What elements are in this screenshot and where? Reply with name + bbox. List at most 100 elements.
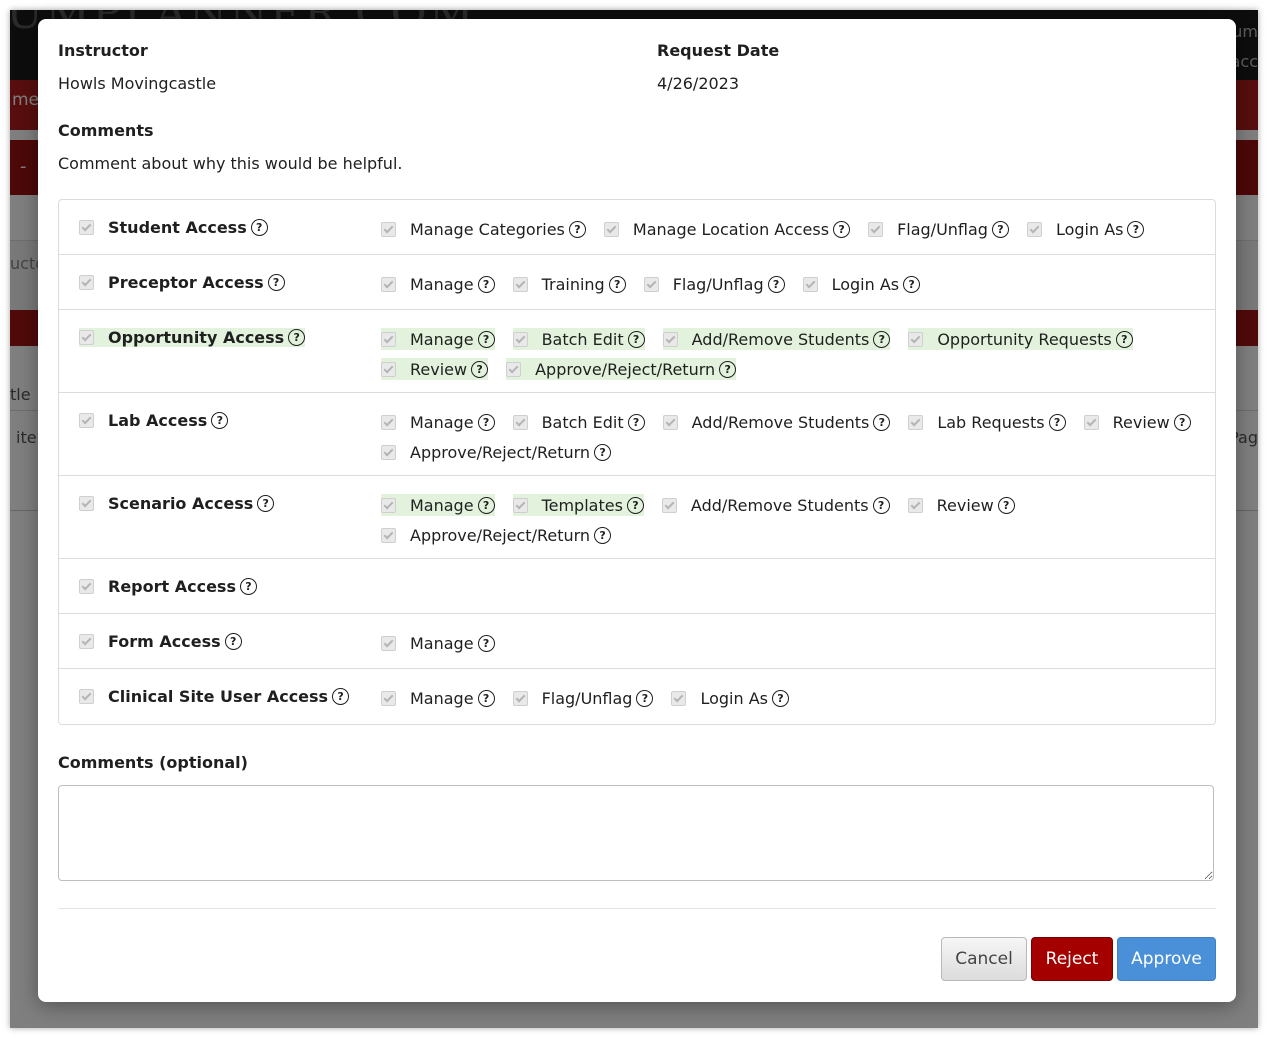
- permission-option[interactable]: Review?: [1083, 411, 1191, 433]
- checkbox-checked-disabled[interactable]: [381, 690, 396, 706]
- help-icon[interactable]: ?: [250, 219, 268, 236]
- permission-option[interactable]: Manage?: [381, 494, 495, 516]
- checkbox-checked-disabled[interactable]: [381, 414, 396, 430]
- cancel-button[interactable]: Cancel: [941, 937, 1027, 981]
- help-icon[interactable]: ?: [719, 360, 737, 378]
- checkbox-checked-disabled[interactable]: [643, 276, 659, 292]
- help-icon[interactable]: ?: [873, 330, 891, 348]
- permission-option[interactable]: Review?: [907, 494, 1015, 516]
- help-icon[interactable]: ?: [608, 275, 626, 293]
- checkbox-checked-disabled[interactable]: [79, 275, 94, 290]
- help-icon[interactable]: ?: [594, 443, 612, 461]
- permission-option[interactable]: Approve/Reject/Return?: [381, 441, 612, 463]
- permission-option[interactable]: Flag/Unflag?: [643, 273, 785, 295]
- permission-option[interactable]: Flag/Unflag?: [512, 687, 654, 709]
- permission-option[interactable]: Manage?: [381, 687, 495, 709]
- help-icon[interactable]: ?: [288, 329, 306, 346]
- permission-option[interactable]: Login As?: [1026, 218, 1145, 240]
- permission-option[interactable]: Flag/Unflag?: [868, 218, 1009, 240]
- checkbox-checked-disabled[interactable]: [662, 331, 678, 347]
- permission-option[interactable]: Manage?: [381, 273, 495, 295]
- permission-main-checkbox[interactable]: Lab Access?: [79, 411, 229, 430]
- checkbox-checked-disabled[interactable]: [1026, 221, 1042, 237]
- checkbox-checked-disabled[interactable]: [79, 413, 94, 428]
- checkbox-checked-disabled[interactable]: [381, 221, 396, 237]
- help-icon[interactable]: ?: [477, 496, 495, 514]
- permission-option[interactable]: Login As?: [802, 273, 921, 295]
- help-icon[interactable]: ?: [997, 496, 1015, 514]
- checkbox-checked-disabled[interactable]: [381, 497, 396, 513]
- permission-option[interactable]: Add/Remove Students?: [662, 411, 891, 433]
- permission-main-checkbox[interactable]: Form Access?: [79, 632, 242, 651]
- help-icon[interactable]: ?: [224, 633, 242, 650]
- permission-option[interactable]: Review?: [381, 358, 489, 380]
- help-icon[interactable]: ?: [1115, 330, 1133, 348]
- checkbox-checked-disabled[interactable]: [661, 497, 677, 513]
- permission-option[interactable]: Batch Edit?: [512, 411, 645, 433]
- checkbox-checked-disabled[interactable]: [506, 361, 522, 377]
- permission-main-checkbox[interactable]: Report Access?: [79, 577, 257, 596]
- permission-main-checkbox[interactable]: Opportunity Access?: [79, 328, 306, 347]
- checkbox-checked-disabled[interactable]: [908, 331, 924, 347]
- checkbox-checked-disabled[interactable]: [868, 221, 884, 237]
- checkbox-checked-disabled[interactable]: [79, 634, 94, 649]
- help-icon[interactable]: ?: [332, 688, 350, 705]
- help-icon[interactable]: ?: [627, 330, 645, 348]
- checkbox-checked-disabled[interactable]: [381, 444, 396, 460]
- checkbox-checked-disabled[interactable]: [908, 414, 924, 430]
- permission-option[interactable]: Add/Remove Students?: [661, 494, 890, 516]
- permission-option[interactable]: Manage?: [381, 632, 495, 654]
- permission-option[interactable]: Manage Categories?: [381, 218, 586, 240]
- help-icon[interactable]: ?: [594, 526, 612, 544]
- checkbox-checked-disabled[interactable]: [512, 497, 528, 513]
- checkbox-checked-disabled[interactable]: [381, 361, 396, 377]
- comments-optional-input[interactable]: [58, 785, 1214, 881]
- checkbox-checked-disabled[interactable]: [1083, 414, 1099, 430]
- help-icon[interactable]: ?: [257, 495, 275, 512]
- checkbox-checked-disabled[interactable]: [79, 579, 94, 594]
- help-icon[interactable]: ?: [477, 330, 495, 348]
- checkbox-checked-disabled[interactable]: [79, 689, 94, 704]
- help-icon[interactable]: ?: [873, 413, 891, 431]
- permission-option[interactable]: Approve/Reject/Return?: [381, 524, 612, 546]
- help-icon[interactable]: ?: [991, 220, 1009, 238]
- permission-option[interactable]: Manage?: [381, 411, 495, 433]
- reject-button[interactable]: Reject: [1031, 937, 1113, 981]
- help-icon[interactable]: ?: [626, 496, 644, 514]
- help-icon[interactable]: ?: [471, 360, 489, 378]
- checkbox-checked-disabled[interactable]: [662, 414, 678, 430]
- help-icon[interactable]: ?: [211, 412, 229, 429]
- checkbox-checked-disabled[interactable]: [512, 331, 528, 347]
- checkbox-checked-disabled[interactable]: [79, 496, 94, 511]
- help-icon[interactable]: ?: [267, 274, 285, 291]
- help-icon[interactable]: ?: [477, 275, 495, 293]
- help-icon[interactable]: ?: [767, 275, 785, 293]
- help-icon[interactable]: ?: [833, 220, 851, 238]
- permission-main-checkbox[interactable]: Clinical Site User Access?: [79, 687, 350, 706]
- help-icon[interactable]: ?: [1127, 220, 1145, 238]
- permission-option[interactable]: Batch Edit?: [512, 328, 645, 350]
- permission-option[interactable]: Manage?: [381, 328, 495, 350]
- permission-option[interactable]: Login As?: [671, 687, 789, 709]
- help-icon[interactable]: ?: [872, 496, 890, 514]
- help-icon[interactable]: ?: [239, 578, 257, 595]
- permission-main-checkbox[interactable]: Student Access?: [79, 218, 268, 237]
- checkbox-checked-disabled[interactable]: [381, 527, 396, 543]
- help-icon[interactable]: ?: [636, 689, 654, 707]
- help-icon[interactable]: ?: [903, 275, 921, 293]
- checkbox-checked-disabled[interactable]: [512, 690, 528, 706]
- checkbox-checked-disabled[interactable]: [671, 690, 687, 706]
- checkbox-checked-disabled[interactable]: [381, 635, 396, 651]
- checkbox-checked-disabled[interactable]: [512, 414, 528, 430]
- permission-option[interactable]: Training?: [512, 273, 626, 295]
- checkbox-checked-disabled[interactable]: [79, 330, 94, 345]
- permission-option[interactable]: Approve/Reject/Return?: [506, 358, 737, 380]
- checkbox-checked-disabled[interactable]: [512, 276, 528, 292]
- checkbox-checked-disabled[interactable]: [907, 497, 923, 513]
- help-icon[interactable]: ?: [771, 689, 789, 707]
- permission-option[interactable]: Lab Requests?: [908, 411, 1066, 433]
- permission-option[interactable]: Templates?: [512, 494, 644, 516]
- permission-option[interactable]: Manage Location Access?: [603, 218, 851, 240]
- help-icon[interactable]: ?: [568, 220, 586, 238]
- permission-main-checkbox[interactable]: Scenario Access?: [79, 494, 275, 513]
